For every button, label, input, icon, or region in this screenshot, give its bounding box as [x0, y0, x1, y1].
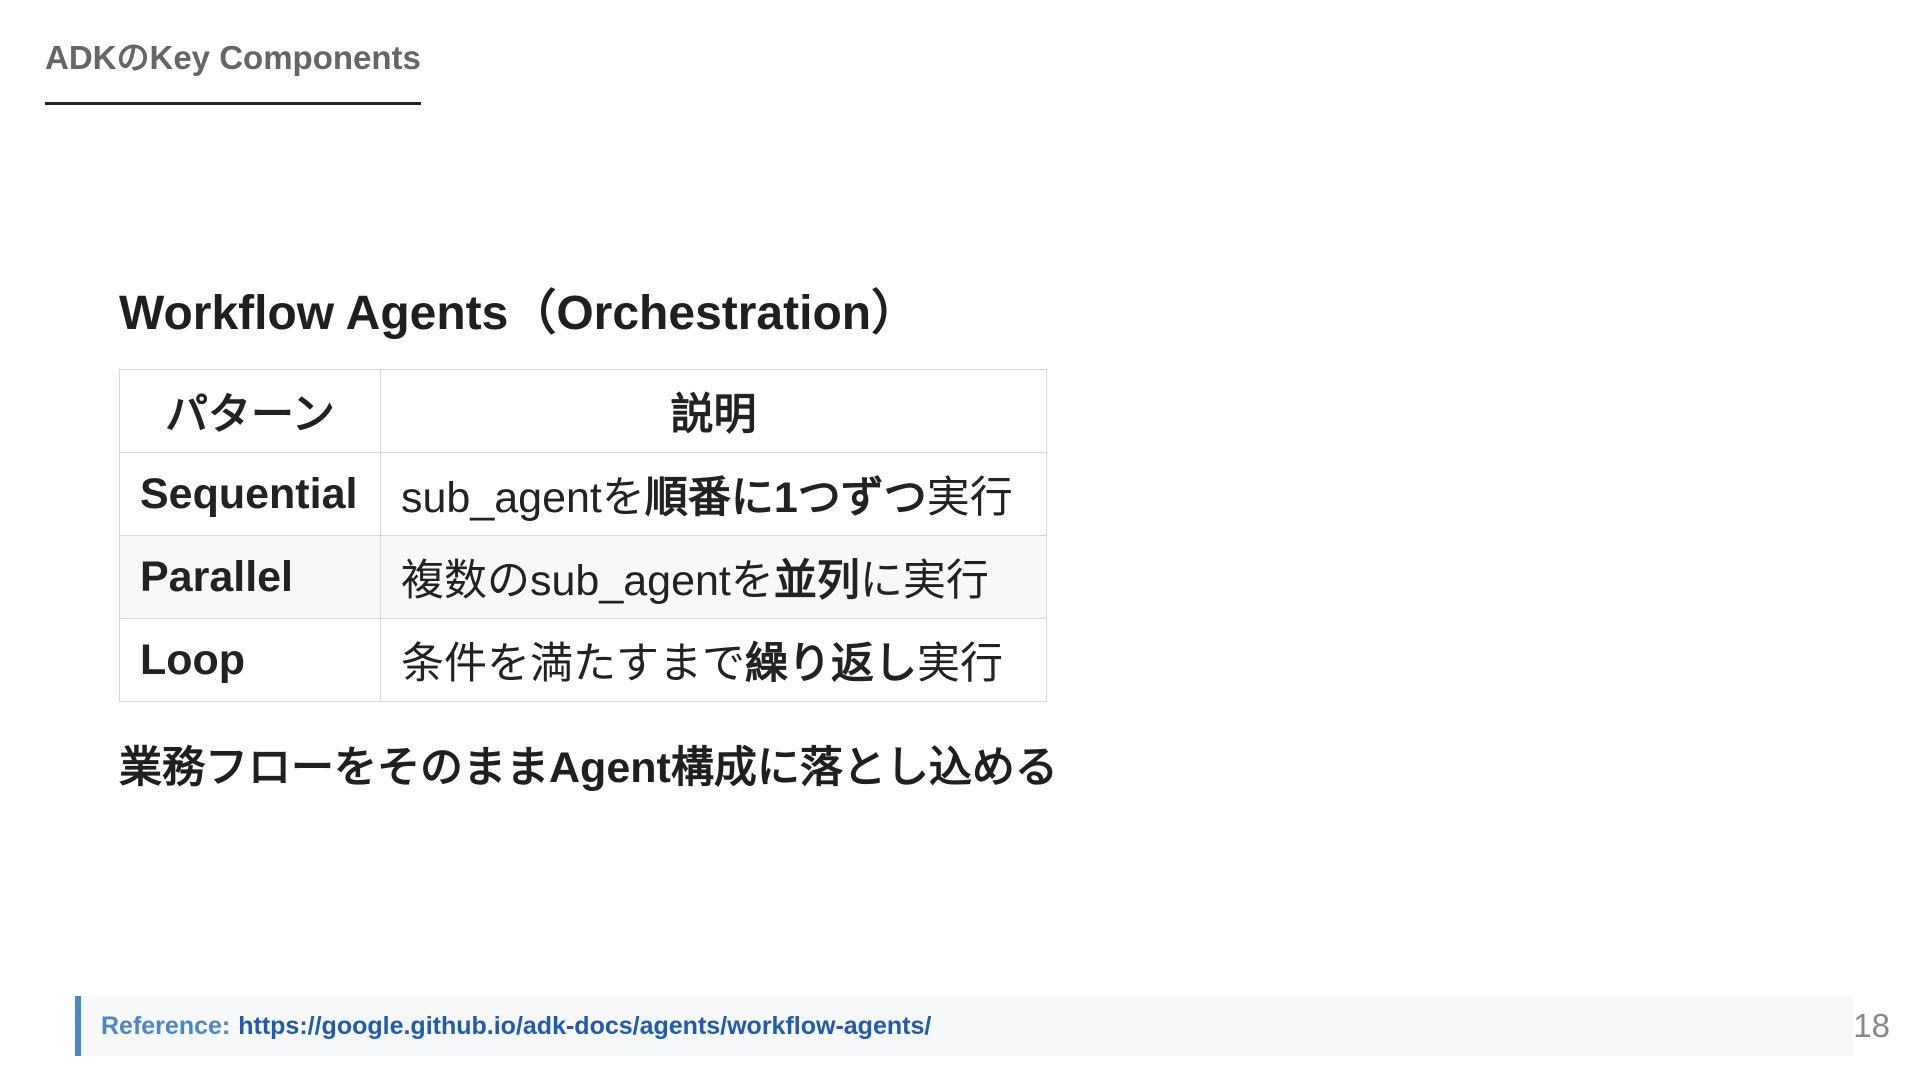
description-text: sub_agentを [401, 474, 645, 522]
reference-label: Reference: [101, 1011, 231, 1040]
pattern-description: sub_agentを順番に1つずつ実行 [380, 452, 1047, 536]
pattern-name: Loop [119, 618, 381, 702]
description-text: 条件を満たすまで [401, 640, 745, 688]
summary-text: 業務フローをそのままAgent構成に落とし込める [119, 744, 1058, 792]
column-header-description: 説明 [380, 369, 1047, 453]
section-title: Workflow Agents（Orchestration） [119, 287, 920, 340]
reference-link[interactable]: https://google.github.io/adk-docs/agents… [238, 1012, 931, 1041]
pattern-description: 複数のsub_agentを並列に実行 [380, 535, 1047, 619]
pattern-description: 条件を満たすまで繰り返し実行 [380, 618, 1047, 702]
pattern-name: Sequential [119, 452, 381, 536]
page-number: 18 [1853, 1007, 1890, 1044]
pattern-name: Parallel [119, 535, 381, 619]
table-row-sequential: Sequential sub_agentを順番に1つずつ実行 [119, 452, 1047, 536]
description-emphasis: 繰り返し [745, 640, 917, 688]
description-text: に実行 [859, 557, 989, 605]
table-header-row: パターン 説明 [119, 369, 1047, 453]
reference-bar: Reference: https://google.github.io/adk-… [75, 996, 1853, 1056]
workflow-patterns-table: パターン 説明 Sequential sub_agentを順番に1つずつ実行 P… [119, 369, 1047, 702]
description-text: 複数のsub_agentを [401, 557, 774, 605]
slide-header-title: ADKのKey Components [45, 36, 421, 105]
description-emphasis: 順番に1つずつ [644, 474, 927, 522]
column-header-pattern: パターン [119, 369, 381, 453]
description-text: 実行 [926, 474, 1013, 522]
description-emphasis: 並列 [773, 557, 860, 605]
table-row-loop: Loop 条件を満たすまで繰り返し実行 [119, 618, 1047, 702]
description-text: 実行 [917, 640, 1003, 688]
table-row-parallel: Parallel 複数のsub_agentを並列に実行 [119, 535, 1047, 619]
